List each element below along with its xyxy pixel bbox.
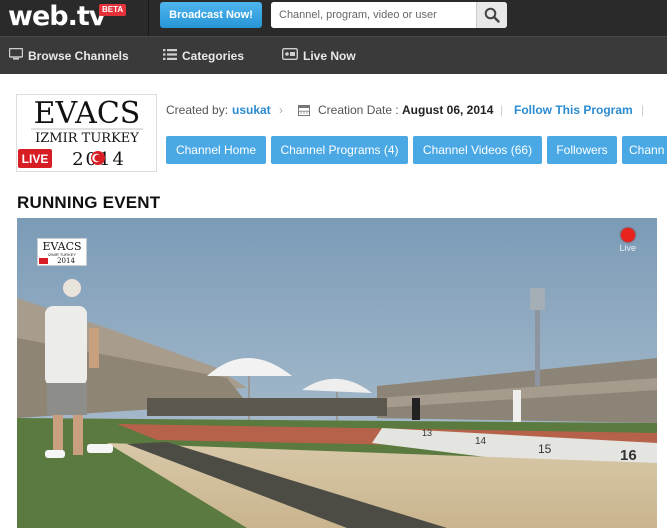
calendar-icon	[298, 104, 310, 119]
live-camera-icon	[281, 37, 299, 75]
nav-categories[interactable]: Categories	[163, 37, 244, 75]
nav-bar: Browse Channels Categories Live Now	[0, 36, 667, 74]
tab-channel-videos[interactable]: Channel Videos (66)	[413, 136, 542, 164]
nav-browse-channels[interactable]: Browse Channels	[8, 37, 129, 75]
beta-badge: BETA	[99, 4, 127, 16]
search-icon	[484, 7, 500, 23]
creator-link[interactable]: usukat	[232, 103, 271, 117]
top-bar: web.tv BETA Broadcast Now!	[0, 0, 667, 36]
video-frame	[17, 218, 657, 528]
broadcast-now-button[interactable]: Broadcast Now!	[160, 2, 262, 28]
lane-marker: 14	[475, 436, 487, 447]
site-logo[interactable]: web.tv	[8, 2, 106, 32]
lane-marker: 13	[422, 428, 433, 438]
divider: |	[500, 103, 504, 117]
channel-logo[interactable]: EVACS IZMIR TURKEY 2014 LIVE	[16, 94, 157, 172]
page-title: RUNNING EVENT	[17, 193, 161, 212]
nav-label: Categories	[182, 49, 245, 63]
tab-followers[interactable]: Followers	[547, 136, 617, 164]
tab-channel-programs[interactable]: Channel Programs (4)	[271, 136, 408, 164]
search-box	[271, 2, 507, 28]
live-badge-label: LIVE	[22, 152, 49, 166]
logo-subtitle: IZMIR TURKEY	[35, 131, 139, 146]
divider: |	[641, 103, 645, 117]
divider	[148, 0, 149, 36]
search-input[interactable]	[271, 2, 476, 28]
tab-channel-more[interactable]: Chann	[622, 136, 667, 164]
live-indicator-label: Live	[619, 243, 636, 253]
chevron-right-icon: ›	[279, 103, 283, 117]
lane-marker: 15	[538, 442, 552, 456]
list-icon	[163, 37, 177, 75]
svg-text:2014: 2014	[57, 257, 75, 265]
nav-label: Browse Channels	[28, 49, 129, 63]
lane-marker: 16	[620, 447, 637, 464]
creation-date: August 06, 2014	[402, 103, 494, 117]
follow-program-link[interactable]: Follow This Program	[514, 103, 633, 117]
created-by-label: Created by:	[166, 103, 229, 117]
nav-label: Live Now	[303, 49, 356, 63]
nav-live-now[interactable]: Live Now	[281, 37, 356, 75]
live-indicator-icon	[621, 228, 635, 242]
monitor-icon	[8, 37, 24, 75]
creation-date-label: Creation Date :	[318, 103, 399, 117]
video-player[interactable]: 13 14 15 16 EVACS IZMIR TURKEY 2014 Live	[17, 218, 657, 528]
search-button[interactable]	[476, 2, 507, 28]
tab-channel-home[interactable]: Channel Home	[166, 136, 266, 164]
logo-title: EVACS	[34, 96, 141, 131]
video-channel-logo: EVACS IZMIR TURKEY 2014	[37, 238, 87, 266]
